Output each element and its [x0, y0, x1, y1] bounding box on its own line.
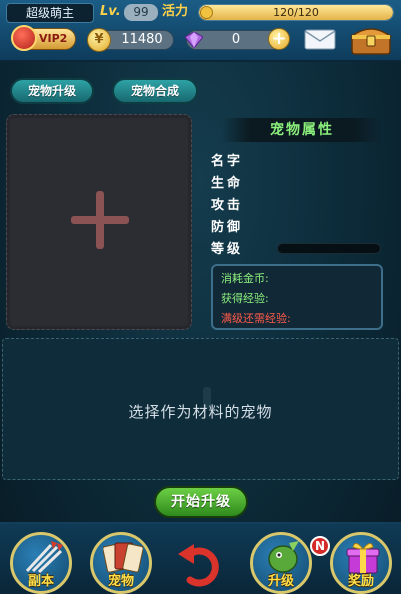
nav-return-button[interactable] [170, 538, 232, 594]
gem-value: 0 [231, 32, 241, 47]
gold-coin-icon: ¥ [87, 28, 111, 52]
nav-reward-button[interactable]: 奖励 [330, 532, 392, 594]
level-progress-bar [277, 243, 381, 254]
nav-upgrade-label: 升级 [267, 574, 294, 589]
gold-cost-label: 消耗金币: [221, 272, 269, 285]
attr-level-label: 等级 [211, 242, 244, 257]
vip-label: VIP2 [39, 32, 68, 45]
material-hint: 选择作为材料的宠物 [128, 403, 273, 421]
level-value: 99 [124, 4, 158, 21]
nav-dungeon-label: 副本 [27, 574, 54, 589]
return-icon [178, 544, 219, 587]
energy-value: 120/120 [273, 6, 319, 19]
recharge-plus-button[interactable]: + [268, 28, 290, 50]
vip-gem-icon [11, 25, 37, 51]
tab-pet-upgrade[interactable]: 宠物升级 [10, 78, 94, 104]
pet-upgrade-screen: 超级萌主 Lv. 99 活力 120/120 VIP2 ¥ 11480 0 + [0, 0, 401, 594]
status-bar: 超级萌主 Lv. 99 活力 120/120 VIP2 ¥ 11480 0 + [0, 0, 401, 62]
material-pet-area[interactable]: 选择作为材料的宠物 [2, 338, 399, 480]
pet-attributes-title: 宠物属性 [222, 118, 382, 142]
pet-select-slot[interactable] [6, 114, 192, 330]
new-badge: N [310, 536, 330, 556]
start-upgrade-button[interactable]: 开始升级 [154, 486, 248, 518]
energy-label: 活力 [162, 4, 189, 19]
nav-reward-label: 奖励 [347, 574, 374, 589]
gold-counter: ¥ 11480 [87, 28, 174, 52]
level-label: Lv. [100, 4, 121, 19]
attr-attack-label: 攻击 [211, 198, 244, 213]
mail-icon[interactable] [304, 28, 336, 50]
vip-badge[interactable]: VIP2 [11, 25, 76, 51]
gold-value: 11480 [121, 32, 163, 47]
nav-dungeon-button[interactable]: 副本 [10, 532, 72, 594]
attr-hp-label: 生命 [211, 176, 244, 191]
attr-name-label: 名字 [211, 154, 244, 169]
energy-icon [200, 6, 213, 19]
energy-bar: 120/120 [198, 4, 394, 21]
nav-upgrade-button[interactable]: 升级 [250, 532, 312, 594]
exp-needed-label: 满级还需经验: [221, 312, 291, 325]
gem-icon [185, 32, 203, 48]
player-name[interactable]: 超级萌主 [6, 3, 94, 23]
tab-pet-combine[interactable]: 宠物合成 [112, 78, 198, 104]
attr-defense-label: 防御 [211, 220, 244, 235]
nav-pet-button[interactable]: 宠物 [90, 532, 152, 594]
plus-icon [71, 191, 129, 249]
exp-gain-label: 获得经验: [221, 292, 269, 305]
nav-pet-label: 宠物 [107, 574, 134, 589]
treasure-chest-icon[interactable] [350, 22, 392, 56]
cost-panel: 消耗金币: 获得经验: 满级还需经验: [211, 264, 383, 330]
